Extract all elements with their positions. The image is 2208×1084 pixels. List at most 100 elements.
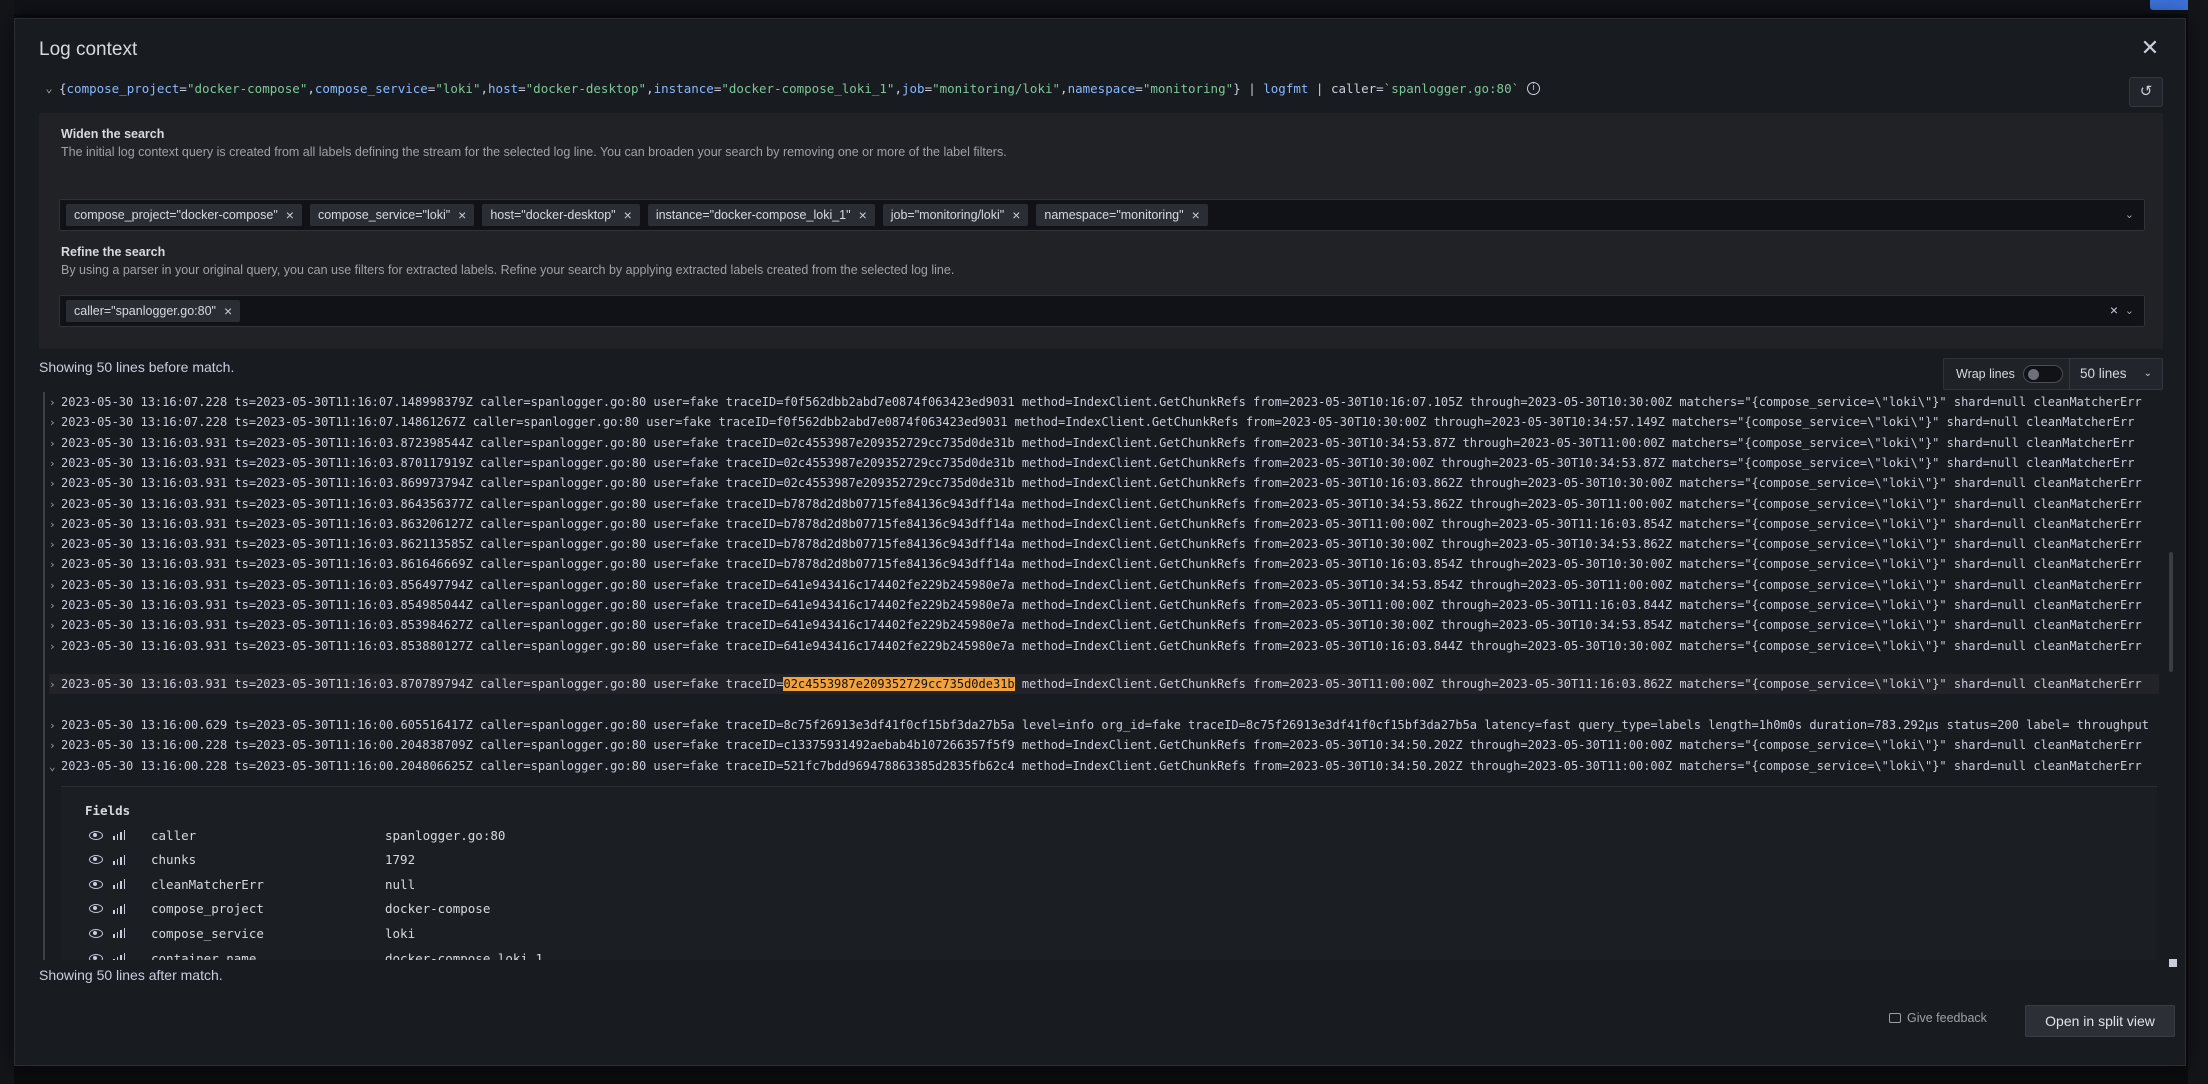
filter-chip: compose_service="loki" × — [309, 204, 475, 226]
lines-select[interactable]: 50 lines ⌄ — [2069, 358, 2163, 390]
stats-icon[interactable] — [113, 953, 125, 960]
log-line[interactable]: › 2023-05-30 13:16:03.931 ts=2023-05-30T1… — [49, 534, 2159, 554]
log-line[interactable]: › 2023-05-30 13:16:03.931 ts=2023-05-30T1… — [49, 615, 2159, 635]
remove-chip-icon[interactable]: × — [624, 207, 632, 223]
log-line-text: 2023-05-30 13:16:03.931 ts=2023-05-30T11… — [61, 577, 2142, 592]
showing-after-text: Showing 50 lines after match. — [39, 967, 223, 983]
match-suffix: method=IndexClient.GetChunkRefs from=202… — [1014, 677, 2142, 691]
vertical-scrollbar[interactable] — [2169, 552, 2173, 672]
filter-chip-label: job="monitoring/loki" — [890, 208, 1005, 222]
give-feedback-link[interactable]: Give feedback — [1889, 1011, 1987, 1025]
revert-query-button[interactable]: ↺ — [2129, 77, 2163, 107]
chevron-right-icon: › — [49, 619, 56, 633]
extracted-chips: caller="spanlogger.go:80" × — [66, 300, 248, 322]
stats-icon[interactable] — [113, 830, 125, 840]
chevron-right-icon: › — [49, 456, 56, 470]
chevron-down-icon[interactable]: ⌄ — [39, 81, 59, 95]
widen-title: Widen the search — [61, 127, 165, 141]
remove-chip-icon[interactable]: × — [224, 303, 232, 319]
match-prefix: 2023-05-30 13:16:03.931 ts=2023-05-30T11… — [61, 677, 784, 691]
eye-icon[interactable] — [89, 879, 103, 889]
log-line[interactable]: › 2023-05-30 13:16:03.931 ts=2023-05-30T1… — [49, 514, 2159, 534]
chevron-right-icon: › — [49, 517, 56, 531]
log-line[interactable]: › 2023-05-30 13:16:03.931 ts=2023-05-30T1… — [49, 494, 2159, 514]
query-token: , — [894, 80, 902, 96]
query-token: = — [1135, 80, 1143, 96]
log-line[interactable]: › 2023-05-30 13:16:03.931 ts=2023-05-30T1… — [49, 575, 2159, 595]
stats-icon[interactable] — [113, 854, 125, 865]
resize-handle[interactable] — [2169, 959, 2177, 967]
eye-icon[interactable] — [89, 928, 103, 938]
query-token: "monitoring/loki" — [932, 80, 1061, 96]
query-token: | — [1240, 80, 1264, 96]
query-display: ⌄ {compose_project="docker-compose",comp… — [39, 71, 2163, 105]
field-value: 1792 — [385, 852, 416, 868]
info-icon[interactable]: i — [1527, 81, 1541, 95]
log-lines-area[interactable]: › 2023-05-30 13:16:07.228 ts=2023-05-30T1… — [43, 392, 2173, 960]
log-line-text: 2023-05-30 13:16:03.931 ts=2023-05-30T11… — [61, 618, 2142, 633]
log-line-text: 2023-05-30 13:16:00.629 ts=2023-05-30T11… — [61, 718, 2149, 732]
query-token: "loki" — [435, 80, 481, 96]
extracted-filters-box[interactable]: caller="spanlogger.go:80" × × ⌄ — [59, 295, 2145, 327]
filter-chip: job="monitoring/loki" × — [882, 204, 1029, 226]
remove-chip-icon[interactable]: × — [859, 207, 867, 223]
log-line[interactable]: › 2023-05-30 13:16:03.931 ts=2023-05-30T1… — [49, 433, 2159, 453]
field-row: compose_service loki — [89, 922, 889, 944]
log-line[interactable]: › 2023-05-30 13:16:03.931 ts=2023-05-30T1… — [49, 453, 2159, 473]
chevron-down-icon[interactable]: ⌄ — [2125, 208, 2134, 221]
filter-chip-label: namespace="monitoring" — [1044, 208, 1184, 222]
filters-panel: Widen the search The initial log context… — [39, 113, 2163, 349]
log-line[interactable]: ⌄ 2023-05-30 13:16:00.228 ts=2023-05-30T1… — [49, 756, 2159, 776]
background-left-strip — [0, 0, 14, 1084]
filter-chip: namespace="monitoring" × — [1036, 204, 1208, 226]
chevron-right-icon: › — [49, 558, 56, 572]
eye-icon[interactable] — [89, 855, 103, 865]
query-token: instance — [653, 80, 714, 96]
remove-chip-icon[interactable]: × — [458, 207, 466, 223]
field-name: compose_service — [151, 925, 264, 941]
filter-chip-label: host="docker-desktop" — [490, 208, 616, 222]
log-line[interactable]: › 2023-05-30 13:16:03.931 ts=2023-05-30T1… — [49, 636, 2159, 656]
field-row: compose_project docker-compose — [89, 898, 889, 920]
label-chips: compose_project="docker-compose" × compose… — [66, 204, 1216, 226]
log-line[interactable]: › 2023-05-30 13:16:00.228 ts=2023-05-30T1… — [49, 735, 2159, 755]
refine-description: By using a parser in your original query… — [61, 263, 955, 277]
close-icon[interactable]: ✕ — [2139, 37, 2161, 59]
log-line[interactable]: › 2023-05-30 13:16:03.931 ts=2023-05-30T1… — [49, 554, 2159, 574]
matched-log-line[interactable]: › 2023-05-30 13:16:03.931 ts=2023-05-30T1… — [49, 674, 2159, 694]
query-token: = — [924, 80, 933, 96]
stats-icon[interactable] — [113, 879, 125, 890]
query-token: { — [59, 80, 67, 96]
clear-icon[interactable]: × — [2110, 302, 2118, 318]
stats-icon[interactable] — [113, 928, 125, 939]
open-split-view-button[interactable]: Open in split view — [2025, 1005, 2175, 1037]
log-line[interactable]: › 2023-05-30 13:16:03.931 ts=2023-05-30T1… — [49, 473, 2159, 493]
chevron-down-icon[interactable]: ⌄ — [2125, 304, 2134, 317]
filter-chip-label: instance="docker-compose_loki_1" — [655, 208, 851, 222]
widen-description: The initial log context query is created… — [61, 145, 1007, 159]
query-token: , — [480, 80, 489, 96]
field-value: spanlogger.go:80 — [385, 827, 506, 843]
field-value: null — [385, 876, 416, 892]
wrap-lines-toggle[interactable] — [2023, 365, 2063, 383]
field-row: caller spanlogger.go:80 — [89, 824, 889, 846]
log-line-text: 2023-05-30 13:16:03.931 ts=2023-05-30T11… — [61, 516, 2142, 531]
query-token: | — [1308, 80, 1331, 96]
log-line[interactable]: › 2023-05-30 13:16:07.228 ts=2023-05-30T1… — [49, 412, 2159, 432]
label-filters-box[interactable]: compose_project="docker-compose" × compose… — [59, 199, 2145, 231]
remove-chip-icon[interactable]: × — [1012, 207, 1020, 223]
eye-icon[interactable] — [89, 830, 103, 840]
eye-icon[interactable] — [89, 904, 103, 914]
fields-title: Fields — [85, 803, 131, 818]
field-name: caller — [151, 827, 197, 843]
log-line[interactable]: › 2023-05-30 13:16:00.629 ts=2023-05-30T1… — [49, 715, 2159, 735]
stats-icon[interactable] — [113, 903, 125, 914]
chevron-right-icon: › — [49, 477, 56, 491]
remove-chip-icon[interactable]: × — [1192, 207, 1200, 223]
remove-chip-icon[interactable]: × — [286, 207, 294, 223]
log-context-modal: Log context ✕ ⌄ {compose_project="docker… — [14, 18, 2186, 1066]
log-line[interactable]: › 2023-05-30 13:16:03.931 ts=2023-05-30T1… — [49, 595, 2159, 615]
log-line[interactable]: › 2023-05-30 13:16:07.228 ts=2023-05-30T1… — [49, 392, 2159, 412]
comment-icon — [1889, 1013, 1901, 1023]
chevron-right-icon: › — [49, 436, 56, 450]
